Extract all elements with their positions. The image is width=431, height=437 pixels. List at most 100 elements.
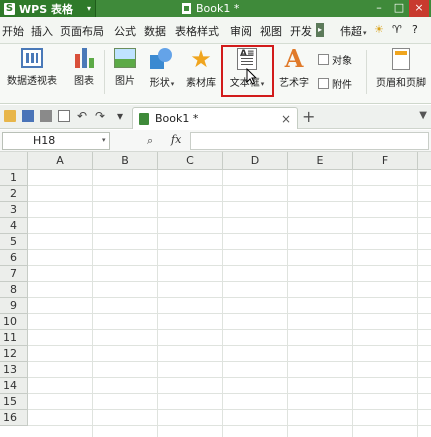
- formula-input[interactable]: [190, 132, 429, 150]
- row-header-16[interactable]: 16: [0, 410, 28, 426]
- zoom-icon[interactable]: ⌕: [147, 134, 153, 148]
- gridline-vertical: [352, 170, 353, 437]
- gridline-vertical: [417, 170, 418, 437]
- close-tab-icon[interactable]: ×: [281, 112, 291, 126]
- row-header-11[interactable]: 11: [0, 330, 28, 346]
- row-header-15[interactable]: 15: [0, 394, 28, 410]
- object-button[interactable]: 对象: [318, 52, 352, 67]
- maximize-button[interactable]: □: [389, 0, 409, 17]
- row-header-3[interactable]: 3: [0, 202, 28, 218]
- menu-review[interactable]: 审阅: [230, 23, 252, 39]
- row-header-13[interactable]: 13: [0, 362, 28, 378]
- minimize-button[interactable]: –: [369, 0, 389, 17]
- menu-home[interactable]: 开始: [2, 23, 24, 39]
- help-icon[interactable]: ?: [412, 23, 418, 36]
- art-text-button[interactable]: A 艺术字: [276, 44, 312, 90]
- attachment-label: 附件: [332, 80, 352, 91]
- row-header-4[interactable]: 4: [0, 218, 28, 234]
- header-footer-icon: [392, 48, 410, 70]
- chart-label: 图表: [74, 76, 94, 87]
- user-menu[interactable]: 伟超▾: [340, 23, 367, 39]
- menu-formulas[interactable]: 公式: [114, 23, 136, 39]
- customize-toolbar-icon[interactable]: ▾: [114, 110, 126, 122]
- row-header-12[interactable]: 12: [0, 346, 28, 362]
- row-header-5[interactable]: 5: [0, 234, 28, 250]
- tab-label: Book1 *: [155, 112, 199, 125]
- name-box[interactable]: H18: [2, 132, 110, 150]
- tab-list-icon[interactable]: ▼: [419, 110, 427, 121]
- row-header-6[interactable]: 6: [0, 250, 28, 266]
- column-header-f[interactable]: F: [353, 152, 418, 170]
- gridline-vertical: [157, 170, 158, 437]
- wps-app-menu-button[interactable]: S WPS 表格 ▾: [0, 0, 96, 17]
- gridline-horizontal: [28, 425, 431, 426]
- object-label: 对象: [332, 56, 352, 67]
- pin-icon[interactable]: ♈: [392, 23, 402, 36]
- menu-view[interactable]: 视图: [260, 23, 282, 39]
- print-icon[interactable]: [40, 110, 52, 122]
- close-button[interactable]: ×: [409, 0, 429, 17]
- gridline-horizontal: [28, 345, 431, 346]
- gridline-horizontal: [28, 217, 431, 218]
- menu-bar: 开始 插入 页面布局 公式 数据 表格样式 审阅 视图 开发 ▸ 伟超▾ ☀ ♈…: [0, 17, 431, 44]
- picture-label: 图片: [115, 76, 135, 87]
- picture-icon: [114, 48, 136, 68]
- insert-function-icon[interactable]: fx: [171, 133, 181, 146]
- column-header-b[interactable]: B: [93, 152, 158, 170]
- open-folder-icon[interactable]: [4, 110, 16, 122]
- row-header-2[interactable]: 2: [0, 186, 28, 202]
- shape-icon: [150, 48, 174, 70]
- gridline-horizontal: [28, 185, 431, 186]
- column-header-d[interactable]: D: [223, 152, 288, 170]
- redo-icon[interactable]: ↷: [94, 110, 106, 122]
- gridline-vertical: [92, 170, 93, 437]
- chevron-down-icon[interactable]: ▾: [102, 136, 106, 144]
- formula-bar: H18 ▾ ⌕ fx: [0, 130, 431, 152]
- chart-button[interactable]: 图表: [70, 48, 98, 87]
- undo-icon[interactable]: ↶: [76, 110, 88, 122]
- chevron-down-icon: ▾: [363, 29, 367, 37]
- chevron-down-icon: ▾: [170, 80, 175, 88]
- row-header-10[interactable]: 10: [0, 314, 28, 330]
- pivot-table-button[interactable]: 数据透视表: [4, 48, 60, 87]
- menu-table-style[interactable]: 表格样式: [175, 23, 219, 39]
- menu-data[interactable]: 数据: [144, 23, 166, 39]
- new-tab-icon[interactable]: +: [302, 108, 315, 126]
- select-all-corner[interactable]: [0, 152, 28, 170]
- row-header-1[interactable]: 1: [0, 170, 28, 186]
- print-preview-icon[interactable]: [58, 110, 70, 122]
- window-controls: – □ ×: [369, 0, 429, 17]
- menu-page-layout[interactable]: 页面布局: [60, 23, 104, 39]
- ribbon-separator: [366, 50, 367, 94]
- library-label: 素材库: [186, 78, 216, 89]
- save-icon[interactable]: [22, 110, 34, 122]
- menu-developer[interactable]: 开发: [290, 23, 312, 39]
- object-icon: [318, 54, 329, 65]
- row-header-14[interactable]: 14: [0, 378, 28, 394]
- column-header-a[interactable]: A: [28, 152, 93, 170]
- menu-insert[interactable]: 插入: [31, 23, 53, 39]
- header-footer-button[interactable]: 页眉和页脚: [372, 48, 430, 89]
- art-text-icon: A: [284, 44, 304, 73]
- gridline-horizontal: [28, 281, 431, 282]
- shape-label: 形状▾: [144, 74, 180, 89]
- row-header-8[interactable]: 8: [0, 282, 28, 298]
- skin-icon[interactable]: ☀: [374, 23, 384, 36]
- gridline-horizontal: [28, 393, 431, 394]
- shape-button[interactable]: 形状▾: [144, 48, 180, 89]
- picture-button[interactable]: 图片: [112, 48, 138, 87]
- attachment-button[interactable]: 附件: [318, 76, 352, 91]
- app-name: WPS 表格: [19, 2, 73, 16]
- row-header-7[interactable]: 7: [0, 266, 28, 282]
- wps-logo-icon: S: [4, 2, 15, 15]
- row-header-9[interactable]: 9: [0, 298, 28, 314]
- menu-scroll-right-icon[interactable]: ▸: [316, 23, 324, 37]
- gridline-horizontal: [28, 201, 431, 202]
- gridline-vertical: [287, 170, 288, 437]
- column-header-e[interactable]: E: [288, 152, 353, 170]
- column-header-c[interactable]: C: [158, 152, 223, 170]
- sheet-grid[interactable]: A B C D E F 1 2 3 4 5 6 7 8 9 10 11 12 13 14 15 16: [0, 152, 431, 437]
- gridline-horizontal: [28, 265, 431, 266]
- tab-book1[interactable]: Book1 * ×: [132, 107, 298, 129]
- library-button[interactable]: ★ 素材库: [184, 47, 218, 89]
